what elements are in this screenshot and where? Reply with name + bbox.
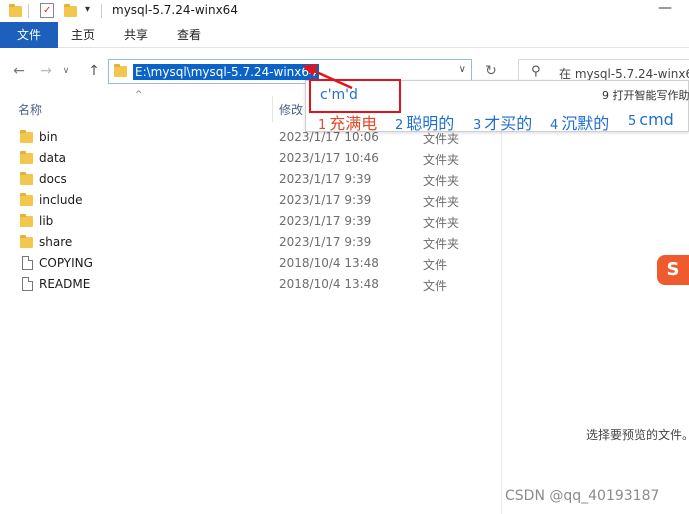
list-item-readme[interactable]: README 2018/10/4 13:48 文件: [0, 274, 500, 295]
folder-icon: [114, 64, 127, 77]
candidate-text: 充满电: [329, 114, 378, 133]
file-name[interactable]: docs: [39, 172, 67, 186]
folder-icon: [20, 130, 33, 143]
file-icon: [22, 277, 33, 291]
column-header-date[interactable]: 修改: [279, 100, 303, 120]
file-date: 2018/10/4 13:48: [279, 277, 379, 291]
tab-share[interactable]: 共享: [110, 22, 162, 48]
file-date: 2023/1/17 9:39: [279, 214, 372, 228]
folder-icon: [9, 4, 22, 17]
preview-message: 选择要预览的文件。: [586, 428, 689, 442]
folder-icon: [20, 193, 33, 206]
search-icon: ⚲: [531, 64, 541, 79]
tab-home[interactable]: 主页: [58, 22, 108, 48]
ime-candidate-3[interactable]: 3 才买的: [473, 110, 532, 134]
folder-icon: [20, 214, 33, 227]
quick-access-divider: [28, 4, 29, 18]
candidate-text: 聪明的: [406, 114, 455, 133]
file-type: 文件夹: [423, 153, 460, 167]
file-name[interactable]: lib: [39, 214, 53, 228]
folder-icon: [20, 172, 33, 185]
file-type: 文件夹: [423, 174, 460, 188]
candidate-number: 2: [395, 118, 404, 133]
file-name[interactable]: COPYING: [39, 256, 93, 270]
candidate-number: 3: [473, 118, 482, 133]
tab-file[interactable]: 文件: [0, 22, 58, 48]
list-item-data[interactable]: data 2023/1/17 10:46 文件夹: [0, 148, 500, 169]
title-bar: ✓ ▾ mysql-5.7.24-winx64 —: [0, 0, 689, 22]
candidate-text: 沉默的: [561, 114, 610, 133]
list-item-lib[interactable]: lib 2023/1/17 9:39 文件夹: [0, 211, 500, 232]
preview-pane-divider[interactable]: [501, 94, 502, 514]
folder-icon: [20, 151, 33, 164]
file-type: 文件夹: [423, 237, 460, 251]
tab-view[interactable]: 查看: [163, 22, 215, 48]
recent-locations-button[interactable]: ∨: [56, 61, 76, 81]
file-name[interactable]: data: [39, 151, 66, 165]
list-item-docs[interactable]: docs 2023/1/17 9:39 文件夹: [0, 169, 500, 190]
properties-icon[interactable]: ✓: [40, 3, 54, 18]
list-item-include[interactable]: include 2023/1/17 9:39 文件夹: [0, 190, 500, 211]
check-icon: ✓: [43, 5, 52, 16]
file-date: 2023/1/17 9:39: [279, 235, 372, 249]
file-type: 文件: [423, 279, 448, 293]
annotation-box: [309, 79, 401, 113]
candidate-number: 4: [550, 118, 559, 133]
back-button[interactable]: ←: [9, 61, 29, 81]
title-divider: [101, 4, 102, 18]
file-name[interactable]: include: [39, 193, 82, 207]
folder-icon: [20, 235, 33, 248]
file-name[interactable]: README: [39, 277, 90, 291]
candidate-text: 才买的: [484, 114, 533, 133]
customize-quick-access-icon[interactable]: ▾: [85, 4, 90, 15]
new-folder-icon[interactable]: [64, 4, 77, 17]
candidate-number: 1: [318, 118, 327, 133]
file-date: 2023/1/17 9:39: [279, 172, 372, 186]
forward-button[interactable]: →: [36, 61, 56, 81]
sogou-ime-icon[interactable]: S: [657, 255, 689, 285]
ime-hint[interactable]: 9 打开智能写作助: [602, 87, 689, 103]
column-header-name[interactable]: 名称: [18, 100, 42, 120]
file-date: 2023/1/17 10:46: [279, 151, 379, 165]
file-type: 文件夹: [423, 195, 460, 209]
candidate-text: cmd: [639, 110, 674, 129]
ime-candidate-5[interactable]: 5 cmd: [628, 110, 674, 129]
file-icon: [22, 256, 33, 270]
ime-candidate-2[interactable]: 2 聪明的: [395, 110, 454, 134]
list-item-share[interactable]: share 2023/1/17 9:39 文件夹: [0, 232, 500, 253]
candidate-number: 5: [628, 114, 637, 129]
file-name[interactable]: share: [39, 235, 72, 249]
chevron-down-icon[interactable]: ∨: [459, 64, 466, 75]
file-type: 文件: [423, 258, 448, 272]
ime-candidate-1[interactable]: 1 充满电: [318, 110, 377, 134]
file-date: 2023/1/17 9:39: [279, 193, 372, 207]
file-date: 2018/10/4 13:48: [279, 256, 379, 270]
ribbon-tabs: 文件 主页 共享 查看: [0, 22, 689, 48]
column-divider[interactable]: [272, 96, 273, 122]
file-type: 文件夹: [423, 216, 460, 230]
address-path[interactable]: E:\mysql\mysql-5.7.24-winx64: [133, 64, 319, 80]
window-title: mysql-5.7.24-winx64: [112, 3, 238, 17]
watermark: CSDN @qq_40193187: [505, 488, 660, 504]
ime-candidate-4[interactable]: 4 沉默的: [550, 110, 609, 134]
up-button[interactable]: ↑: [84, 61, 104, 81]
file-name[interactable]: bin: [39, 130, 58, 144]
list-item-copying[interactable]: COPYING 2018/10/4 13:48 文件: [0, 253, 500, 274]
minimize-button[interactable]: —: [655, 1, 675, 18]
sort-ascending-icon: ^: [135, 90, 143, 100]
